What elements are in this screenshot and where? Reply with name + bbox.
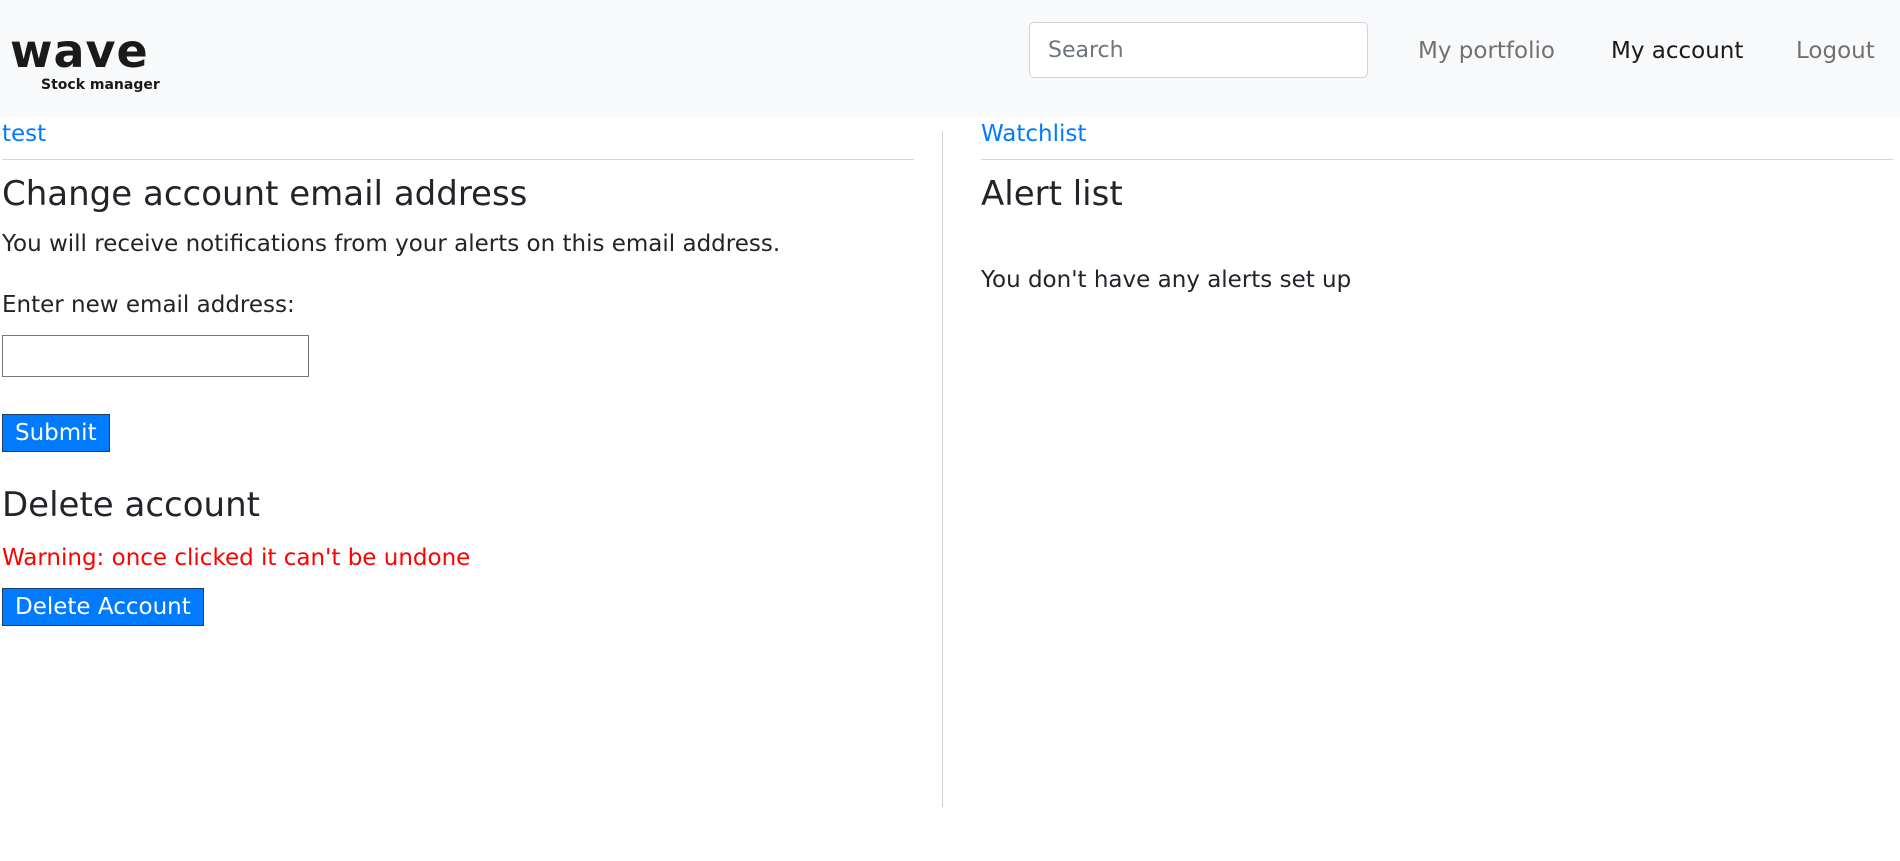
delete-account-title: Delete account [2,485,260,525]
email-field-label: Enter new email address: [2,292,295,318]
nav-link-logout[interactable]: Logout [1796,38,1875,64]
navbar: wave Stock manager My portfolio My accou… [0,0,1900,117]
logo-wordmark: wave [10,24,149,78]
left-divider [2,159,914,160]
nav-link-my-account[interactable]: My account [1611,38,1743,64]
change-email-description: You will receive notifications from your… [2,231,781,257]
search-input[interactable] [1029,22,1368,78]
logo-subtitle: Stock manager [41,77,160,93]
submit-button[interactable]: Submit [2,414,110,452]
alert-list-title: Alert list [981,174,1123,214]
no-alerts-message: You don't have any alerts set up [981,267,1352,293]
delete-warning-text: Warning: once clicked it can't be undone [2,545,471,571]
delete-account-button[interactable]: Delete Account [2,588,204,626]
email-field[interactable] [2,335,309,377]
nav-link-my-portfolio[interactable]: My portfolio [1418,38,1555,64]
username-link[interactable]: test [2,121,46,147]
watchlist-link[interactable]: Watchlist [981,121,1086,147]
column-divider [942,131,943,807]
change-email-title: Change account email address [2,174,528,214]
right-divider [981,159,1893,160]
wave-logo[interactable]: wave Stock manager [10,28,160,96]
